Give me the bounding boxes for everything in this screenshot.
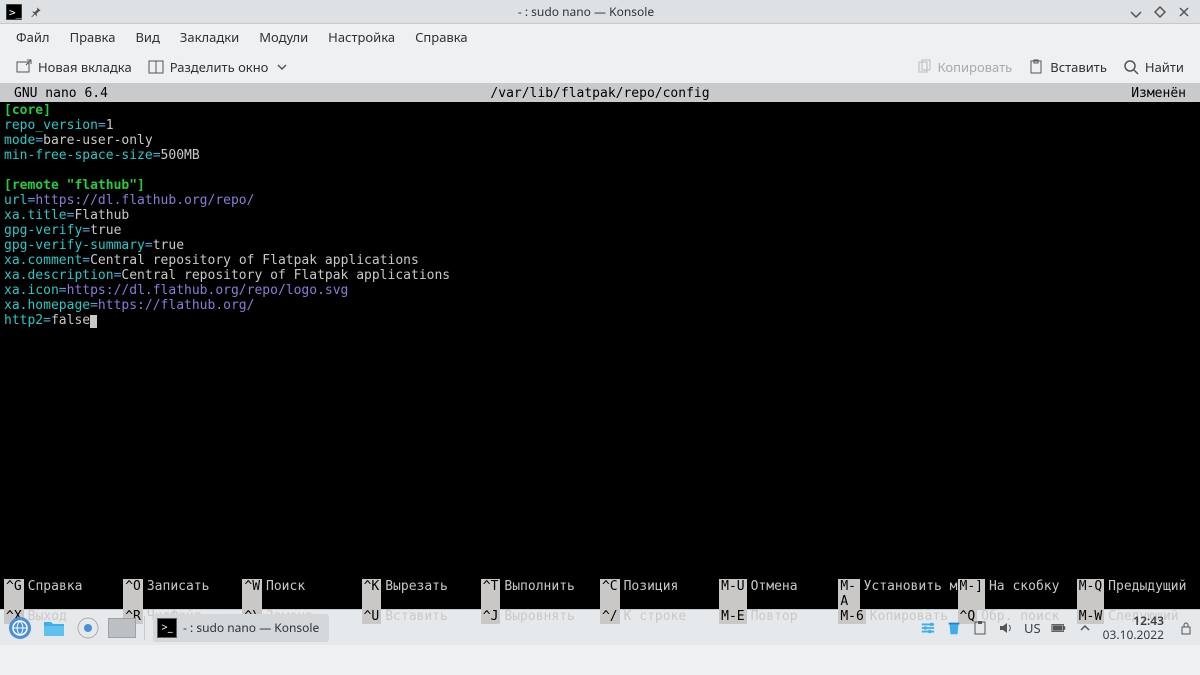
find-label: Найти <box>1145 58 1184 76</box>
copy-button: Копировать <box>908 54 1021 80</box>
split-icon <box>148 59 164 75</box>
menu-edit[interactable]: Правка <box>60 24 126 50</box>
nano-shortcut: ^KВырезать <box>362 579 481 609</box>
menu-bookmarks[interactable]: Закладки <box>170 24 249 50</box>
chevron-down-icon <box>274 59 290 75</box>
new-tab-label: Новая вкладка <box>38 58 132 76</box>
nano-version: GNU nano 6.4 <box>14 86 108 101</box>
nano-shortcut: ^/К строке <box>600 609 719 624</box>
nano-editor-content[interactable]: [core] repo_version=1 mode=bare-user-onl… <box>0 102 1200 328</box>
nano-shortcut: M-UОтмена <box>719 579 838 609</box>
menu-help[interactable]: Справка <box>405 24 478 50</box>
window-titlebar: >_ - : sudo nano — Konsole <box>0 0 1200 24</box>
nano-shortcut: M-]На скобку <box>958 579 1077 609</box>
nano-shortcuts: ^GСправка^OЗаписать^WПоиск^KВырезать^TВы… <box>0 579 1200 609</box>
nano-status: Изменён <box>1131 86 1186 101</box>
minimize-button[interactable] <box>1128 4 1144 20</box>
volume-icon[interactable] <box>998 620 1014 636</box>
nano-shortcut: ^WПоиск <box>242 579 361 609</box>
file-manager-icon[interactable] <box>40 614 68 642</box>
menubar: Файл Правка Вид Закладки Модули Настройк… <box>0 24 1200 50</box>
pin-icon[interactable] <box>28 4 44 20</box>
nano-shortcut: M-EПовтор <box>719 609 838 624</box>
nano-shortcut: ^JВыровнять <box>481 609 600 624</box>
settings-tray-icon[interactable] <box>920 620 936 636</box>
nano-shortcut: ^CПозиция <box>600 579 719 609</box>
terminal-viewport[interactable]: [core] repo_version=1 mode=bare-user-onl… <box>0 102 1200 579</box>
split-button[interactable]: Разделить окно <box>140 54 299 80</box>
menu-plugins[interactable]: Модули <box>249 24 318 50</box>
nano-shortcut: ^UВставить <box>362 609 481 624</box>
close-button[interactable] <box>1176 4 1192 20</box>
maximize-button[interactable] <box>1152 4 1168 20</box>
paste-label: Вставить <box>1050 58 1107 76</box>
copy-label: Копировать <box>938 58 1013 76</box>
terminal-icon: >_ <box>6 4 22 20</box>
menu-settings[interactable]: Настройка <box>318 24 405 50</box>
lock-icon[interactable] <box>1178 620 1194 636</box>
new-tab-button[interactable]: Новая вкладка <box>8 54 140 80</box>
nano-filepath: /var/lib/flatpak/repo/config <box>0 86 1200 101</box>
toolbar: Новая вкладка Разделить окно Копировать … <box>0 50 1200 84</box>
paste-button[interactable]: Вставить <box>1020 54 1115 80</box>
search-icon <box>1123 59 1139 75</box>
task-label: - : sudo nano — Konsole <box>183 619 319 636</box>
browser-icon[interactable] <box>74 614 102 642</box>
nano-shortcut: M-AУстановить м <box>838 579 957 609</box>
svg-text:>_: >_ <box>9 6 22 19</box>
battery-icon[interactable] <box>1051 620 1067 636</box>
window-title: - : sudo nano — Konsole <box>44 3 1128 20</box>
clipboard-tray-icon[interactable] <box>972 620 988 636</box>
nano-shortcut: ^GСправка <box>4 579 123 609</box>
clock[interactable]: 12:43 03.10.2022 <box>1103 614 1168 642</box>
menu-file[interactable]: Файл <box>6 24 60 50</box>
menu-view[interactable]: Вид <box>125 24 169 50</box>
find-button[interactable]: Найти <box>1115 54 1192 80</box>
split-label: Разделить окно <box>170 58 269 76</box>
paste-icon <box>1028 59 1044 75</box>
show-desktop[interactable] <box>108 614 136 642</box>
nano-shortcut: ^OЗаписать <box>123 579 242 609</box>
terminal-icon: >_ <box>157 618 177 638</box>
keyboard-layout[interactable]: US <box>1024 619 1041 637</box>
nano-header: GNU nano 6.4 /var/lib/flatpak/repo/confi… <box>0 84 1200 102</box>
taskbar-task-konsole[interactable]: >_ - : sudo nano — Konsole <box>153 614 329 642</box>
nano-shortcut: ^TВыполнить <box>481 579 600 609</box>
copy-icon <box>916 59 932 75</box>
new-tab-icon <box>16 59 32 75</box>
nano-shortcut: M-QПредыдущий <box>1077 579 1196 609</box>
app-launcher[interactable] <box>6 614 34 642</box>
clock-date: 03.10.2022 <box>1103 628 1164 642</box>
tray-expand-icon[interactable] <box>1077 620 1093 636</box>
trash-icon[interactable] <box>946 620 962 636</box>
